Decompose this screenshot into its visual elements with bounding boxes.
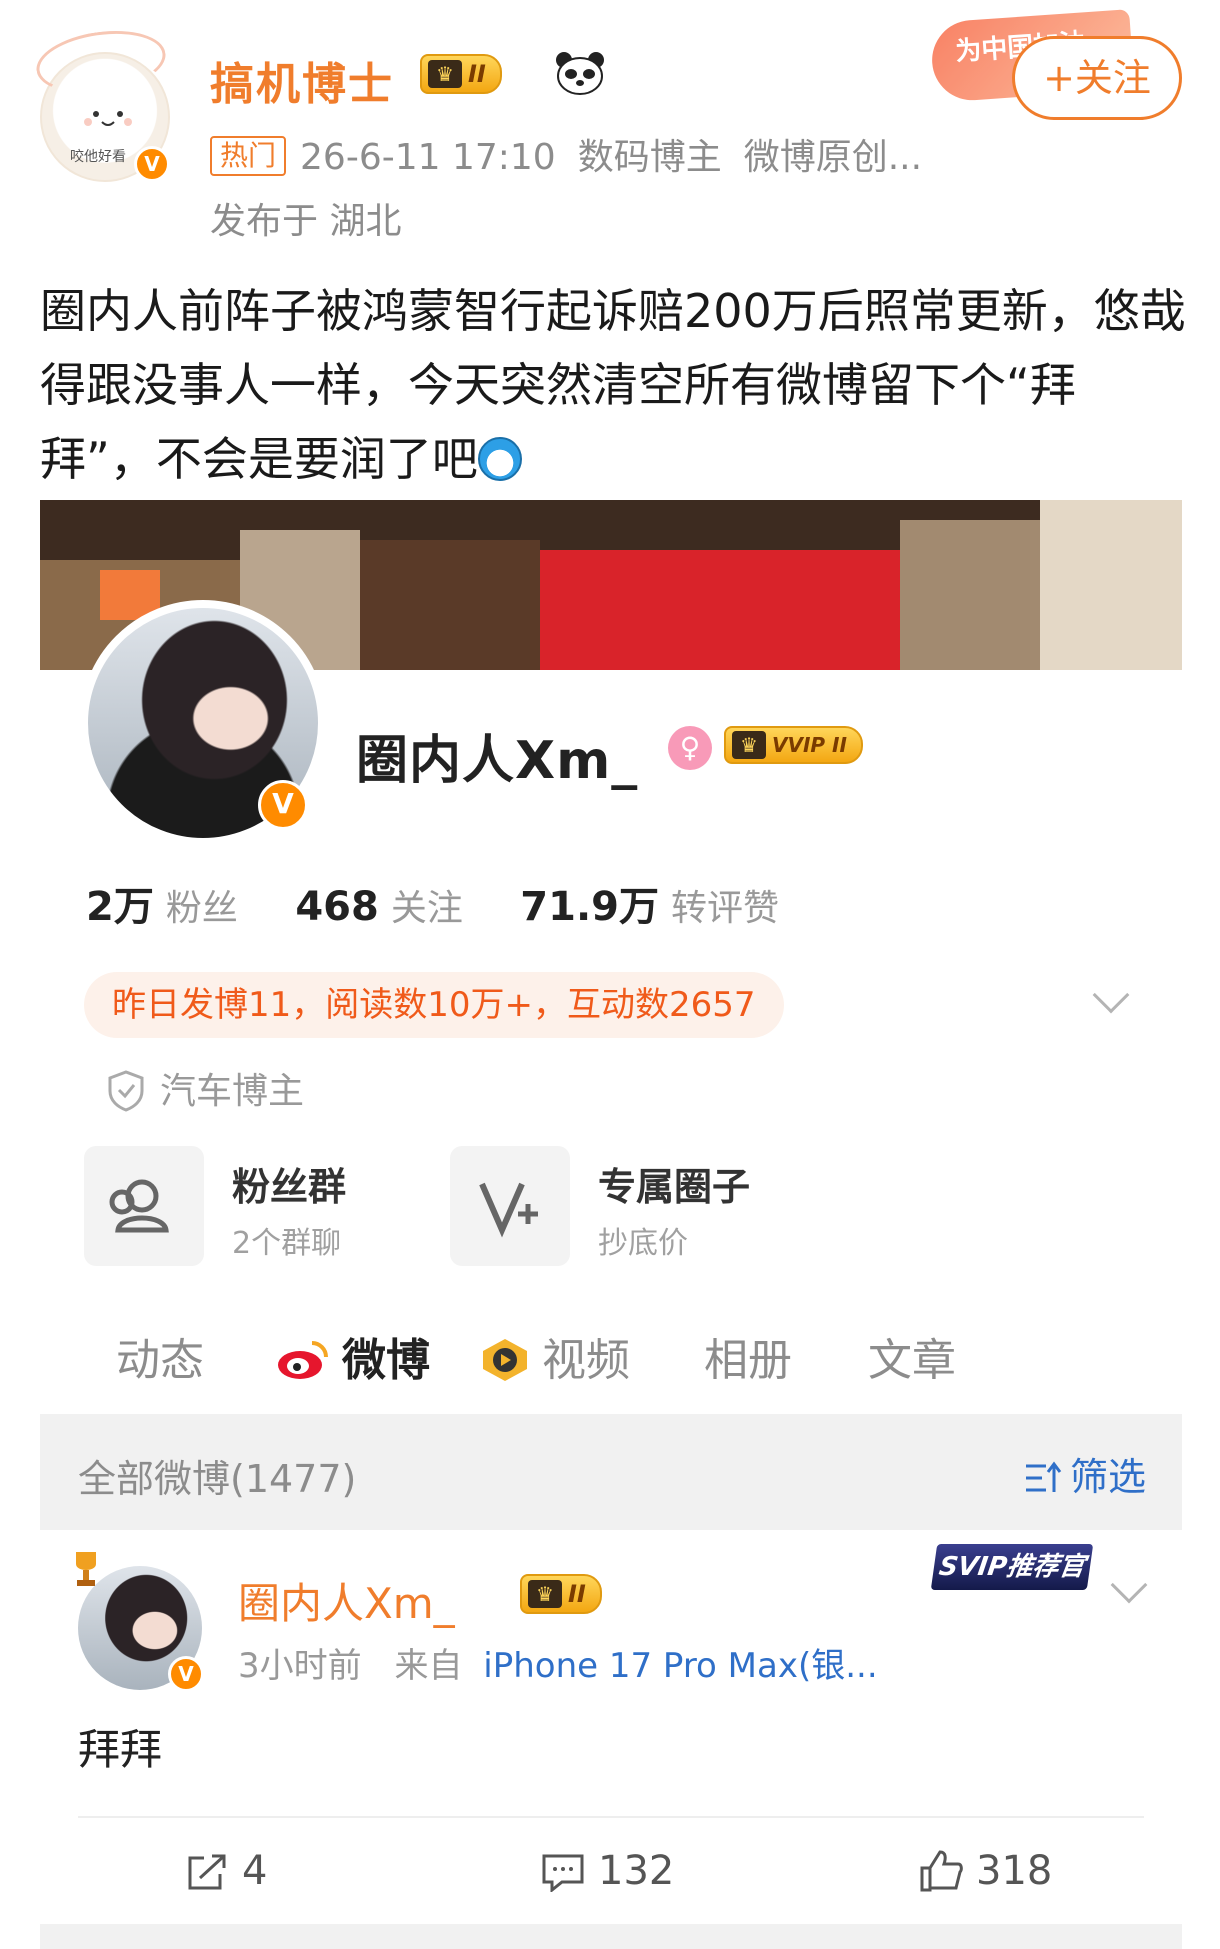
comment-icon	[542, 1854, 584, 1894]
bottom-separator	[40, 1924, 1182, 1949]
stat-interactions[interactable]: 71.9万 转评赞	[520, 874, 779, 932]
fan-group-tile[interactable]: 粉丝群 2个群聊	[84, 1146, 384, 1266]
feed-level-badge[interactable]: ♛ II	[520, 1574, 602, 1614]
profile-name: 圈内人Xm_	[356, 731, 639, 791]
author-avatar[interactable]: 咬他好看 V	[32, 23, 170, 182]
crown-icon: ♛	[528, 1580, 562, 1608]
panda-icon	[556, 52, 604, 95]
repost-button[interactable]: 4	[184, 1848, 267, 1894]
weibo-logo-icon	[278, 1341, 328, 1379]
tile-title: 专属圈子	[598, 1165, 751, 1209]
post-category: 数码博主	[577, 137, 722, 178]
avatar-face-drawing	[84, 111, 132, 126]
feed-item: V 圈内人Xm_ ♛ II SVIP推荐官 3小时前 来自 iPhone 17 …	[40, 1530, 1182, 1949]
filter-bar: 全部微博(1477) 筛选	[40, 1414, 1182, 1530]
trophy-icon	[76, 1552, 96, 1586]
all-weibo-count: 全部微博(1477)	[78, 1457, 357, 1501]
profile-stats: 2万 粉丝 468 关注 71.9万 转评赞	[86, 874, 825, 932]
stat-following[interactable]: 468 关注	[295, 879, 463, 931]
profile-verified-icon: V	[258, 780, 308, 830]
profile-tabs: 动态 微博 视频 相册 文章	[40, 1310, 1182, 1432]
post-text-body: 圈内人前阵子被鸿蒙智行起诉赔200万后照常更新，悠哉得跟没事人一样，今天突然清空…	[40, 284, 1186, 486]
tile-subtitle: 抄底价	[598, 1226, 688, 1261]
like-button[interactable]: 318	[918, 1848, 1052, 1894]
feed-more-chevron-icon[interactable]	[1110, 1566, 1148, 1604]
filter-button[interactable]: 筛选	[1024, 1446, 1146, 1501]
feed-verified-icon: V	[168, 1656, 204, 1692]
profile-card: V 圈内人Xm_ ♀ ♛ VVIP II 2万 粉丝 468 关注 71.9万 转评赞…	[40, 600, 1182, 1432]
tab-video[interactable]: 视频	[480, 1324, 630, 1388]
post-header: 咬他好看 V 搞机博士 ♛ II 热门 26-6-11 17:10 数码博主 微博原创…	[0, 0, 1220, 242]
users-icon	[109, 1179, 169, 1233]
yesterday-stats-pill[interactable]: 昨日发博11，阅读数10万+，互动数2657	[84, 972, 784, 1038]
post-location: 发布于 湖北	[210, 201, 402, 242]
post-time: 26-6-11 17:10	[300, 137, 556, 178]
female-icon: ♀	[668, 726, 712, 770]
shield-icon	[108, 1070, 144, 1112]
crown-icon: ♛	[428, 60, 462, 88]
feed-item-text: 拜拜	[78, 1725, 163, 1774]
stat-followers[interactable]: 2万 粉丝	[86, 874, 238, 932]
tab-album[interactable]: 相册	[704, 1324, 792, 1388]
share-icon	[188, 1854, 226, 1890]
post-text: 圈内人前阵子被鸿蒙智行起诉赔200万后照常更新，悠哉得跟没事人一样，今天突然清空…	[40, 274, 1190, 496]
post-original: 微博原创...	[743, 137, 923, 178]
tile-icon-box	[84, 1146, 204, 1266]
post-meta: 热门 26-6-11 17:10 数码博主 微博原创...	[210, 128, 922, 180]
exclusive-circle-tile[interactable]: 专属圈子 抄底价	[450, 1146, 750, 1266]
vvip-badge[interactable]: ♛ VVIP II	[724, 726, 863, 764]
tile-title: 粉丝群	[232, 1165, 347, 1209]
feed-item-source-prefix: 来自	[394, 1646, 463, 1686]
certification-label: 汽车博主	[160, 1071, 305, 1112]
thumbs-up-icon	[920, 1850, 963, 1892]
tab-weibo[interactable]: 微博	[276, 1324, 430, 1388]
verified-icon: V	[134, 146, 170, 182]
comment-button[interactable]: 132	[540, 1848, 674, 1894]
video-play-icon	[483, 1339, 527, 1381]
v-plus-icon	[479, 1182, 538, 1238]
feed-item-time: 3小时前	[238, 1646, 362, 1686]
feed-item-meta: 3小时前 来自 iPhone 17 Pro Max(银...	[238, 1638, 878, 1687]
chevron-down-icon[interactable]	[1092, 976, 1130, 1014]
crown-icon: ♛	[732, 731, 766, 759]
member-level-badge[interactable]: ♛ II	[420, 54, 502, 94]
filter-icon	[1025, 1461, 1062, 1492]
tab-articles[interactable]: 文章	[868, 1324, 956, 1388]
author-name[interactable]: 搞机博士	[210, 48, 394, 112]
svip-recommender-badge: SVIP推荐官	[930, 1544, 1094, 1590]
tab-dynamics[interactable]: 动态	[116, 1324, 204, 1388]
certification-line: 汽车博主	[106, 1062, 304, 1114]
feed-item-source[interactable]: iPhone 17 Pro Max(银...	[483, 1646, 877, 1686]
tile-icon-box	[450, 1146, 570, 1266]
hot-tag: 热门	[210, 136, 287, 176]
doraemon-emoji-icon	[477, 437, 522, 481]
tile-subtitle: 2个群聊	[232, 1226, 342, 1261]
divider	[78, 1816, 1144, 1818]
avatar-halo-decoration	[32, 23, 170, 101]
follow-button[interactable]: +关注	[1012, 36, 1182, 120]
avatar-caption: 咬他好看	[70, 149, 126, 165]
feed-item-author[interactable]: 圈内人Xm_	[238, 1570, 455, 1631]
